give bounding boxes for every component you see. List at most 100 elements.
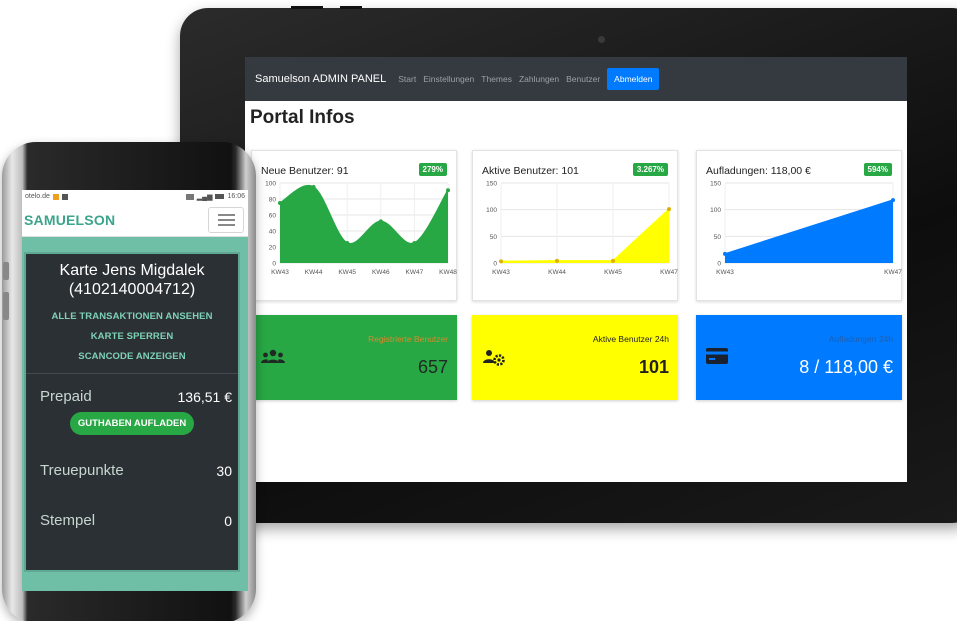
nav-zahlungen[interactable]: Zahlungen: [519, 74, 559, 84]
users-gear-icon: [483, 350, 505, 366]
x-tick-label: KW43: [492, 269, 510, 276]
active-users-chart: 0 50 100 150 KW43 KW44 KW45 KW47: [486, 181, 678, 277]
nav-themes[interactable]: Themes: [481, 74, 512, 84]
y-tick-label: 100: [710, 207, 721, 214]
phone-device: otelo.de ▂▄▆ 16:06 SAMUELSON Karte Jens …: [2, 142, 256, 621]
prepaid-row: Prepaid 136,51 €: [26, 388, 238, 405]
x-tick-label: KW47: [660, 269, 678, 276]
x-tick-label: KW47: [406, 269, 424, 276]
link-block-card[interactable]: KARTE SPERREN: [26, 331, 238, 342]
card-name-text: Karte Jens Migdalek: [59, 262, 205, 279]
nfc-icon: [185, 193, 194, 200]
tablet-power-button: [340, 6, 362, 9]
data-point: [278, 201, 282, 205]
divider: [26, 373, 238, 374]
x-tick-label: KW44: [305, 269, 323, 276]
device-mockup-stage: Samuelson ADMIN PANEL Start Einstellunge…: [0, 0, 957, 621]
admin-brand[interactable]: Samuelson ADMIN PANEL: [255, 73, 386, 85]
data-point: [345, 241, 350, 245]
data-point: [499, 259, 503, 264]
stat-label: Registrierte Benutzer: [368, 334, 448, 344]
nav-benutzer[interactable]: Benutzer: [566, 74, 600, 84]
points-value: 30: [216, 462, 232, 479]
phone-side-button: [3, 292, 9, 320]
chart-card-active-users: Aktive Benutzer: 101 3.267% 0 50 100 150 KW4…: [472, 150, 678, 301]
status-bar: otelo.de ▂▄▆ 16:06: [22, 190, 248, 203]
tablet-volume-button: [291, 6, 323, 9]
phone-side-button: [3, 262, 9, 280]
chart-card-new-users: Neue Benutzer: 91 279% 0 20 40 60 80 100 KW43 K…: [251, 150, 457, 301]
y-tick-label: 100: [265, 181, 276, 188]
data-point: [311, 185, 316, 189]
new-users-chart: 0 20 40 60 80 100 KW43 KW44 KW45 KW46 KW47 KW48: [265, 181, 457, 277]
x-tick-label: KW45: [338, 269, 356, 276]
x-tick-label: KW43: [271, 269, 289, 276]
stat-value: 101: [638, 357, 669, 377]
link-show-scancode[interactable]: SCANCODE ANZEIGEN: [26, 351, 238, 362]
series-area: [280, 185, 448, 263]
admin-navbar: Samuelson ADMIN PANEL Start Einstellunge…: [245, 57, 907, 101]
data-point: [555, 258, 559, 263]
y-tick-label: 0: [272, 261, 276, 268]
x-tick-label: KW48: [439, 269, 457, 276]
stat-label: Aktive Benutzer 24h: [592, 334, 669, 344]
stat-registered-users: Registrierte Benutzer 657: [251, 315, 457, 400]
signal-icon: ▂▄▆: [196, 193, 213, 201]
y-tick-label: 50: [490, 234, 498, 241]
y-tick-label: 80: [269, 197, 277, 204]
battery-icon: [215, 194, 225, 199]
stamps-label: Stempel: [40, 512, 96, 529]
x-tick-label: KW44: [548, 269, 566, 276]
data-point: [446, 188, 450, 193]
growth-badge: 3.267%: [632, 163, 668, 176]
card-title: Aktive Benutzer: 101: [482, 165, 579, 177]
card-title: Neue Benutzer: 91: [261, 165, 349, 177]
users-icon: [261, 349, 285, 363]
y-tick-label: 20: [269, 245, 277, 252]
mobile-app-screen: otelo.de ▂▄▆ 16:06 SAMUELSON Karte Jens …: [22, 190, 248, 591]
prepaid-label: Prepaid: [40, 388, 92, 405]
nav-einstellungen[interactable]: Einstellungen: [423, 74, 474, 84]
stat-topups-24h: Aufladungen 24h 8 / 118,00 €: [696, 315, 902, 400]
stat-active-users-24h: Aktive Benutzer 24h 101: [472, 315, 678, 400]
data-point: [611, 258, 615, 263]
growth-badge: 594%: [863, 163, 892, 176]
x-tick-label: KW45: [604, 269, 622, 276]
link-all-transactions[interactable]: ALLE TRANSAKTIONEN ANSEHEN: [26, 311, 238, 322]
camera-icon: [598, 36, 605, 43]
data-point: [891, 198, 895, 203]
stat-value: 8 / 118,00 €: [799, 357, 893, 377]
points-label: Treuepunkte: [40, 462, 124, 479]
x-tick-label: KW43: [716, 269, 734, 276]
hamburger-menu-icon[interactable]: [208, 206, 244, 233]
data-point: [412, 241, 417, 245]
x-tick-label: KW47: [884, 269, 902, 276]
card-holder-name: Karte Jens Migdalek (4102140004712): [26, 261, 238, 299]
admin-panel-screen: Samuelson ADMIN PANEL Start Einstellunge…: [245, 57, 907, 482]
data-point: [667, 207, 671, 212]
notification-icon: [61, 193, 68, 200]
data-point: [378, 219, 383, 224]
y-tick-label: 100: [486, 207, 497, 214]
card-number-text: (4102140004712): [68, 281, 196, 298]
stamps-row: Stempel 0: [26, 512, 238, 529]
app-brand[interactable]: SAMUELSON: [24, 212, 115, 228]
y-tick-label: 0: [717, 261, 721, 268]
nav-start[interactable]: Start: [398, 74, 416, 84]
y-tick-label: 40: [269, 229, 277, 236]
growth-badge: 279%: [418, 163, 447, 176]
clock: 16:06: [227, 193, 245, 200]
y-tick-label: 60: [269, 213, 277, 220]
y-tick-label: 150: [486, 181, 497, 188]
topups-chart: 0 50 100 150 KW43 KW47: [710, 181, 902, 277]
topup-button[interactable]: GUTHABEN AUFLADEN: [69, 412, 195, 435]
points-row: Treuepunkte 30: [26, 462, 238, 479]
logout-button[interactable]: Abmelden: [607, 68, 660, 90]
carrier-label: otelo.de: [25, 193, 50, 200]
stamps-value: 0: [224, 512, 232, 529]
data-point: [723, 251, 727, 256]
x-tick-label: KW46: [372, 269, 390, 276]
card-title: Aufladungen: 118,00 €: [706, 165, 811, 177]
stat-label: Aufladungen 24h: [828, 334, 893, 344]
y-tick-label: 150: [710, 181, 721, 188]
